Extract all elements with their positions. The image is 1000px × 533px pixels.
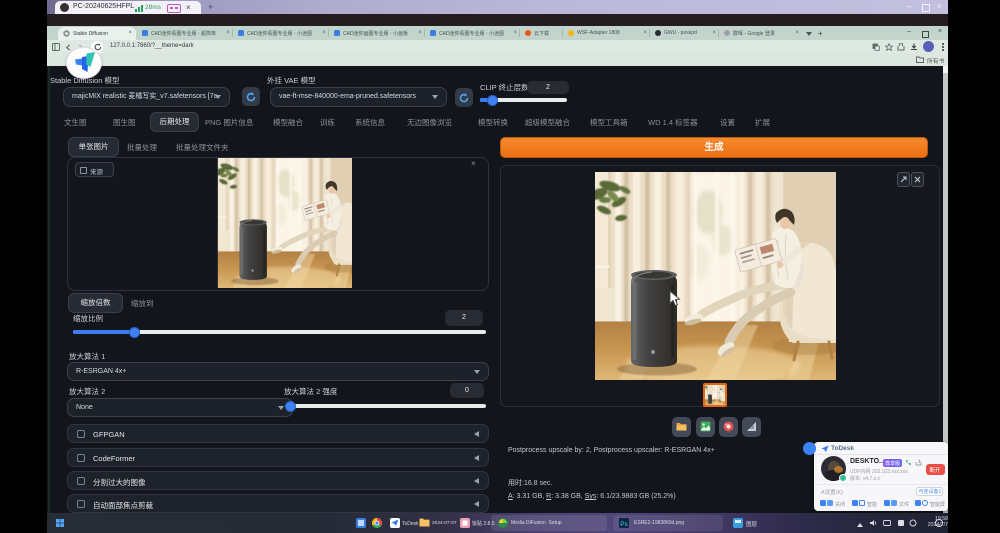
svg-text:Ps: Ps [620, 521, 628, 528]
